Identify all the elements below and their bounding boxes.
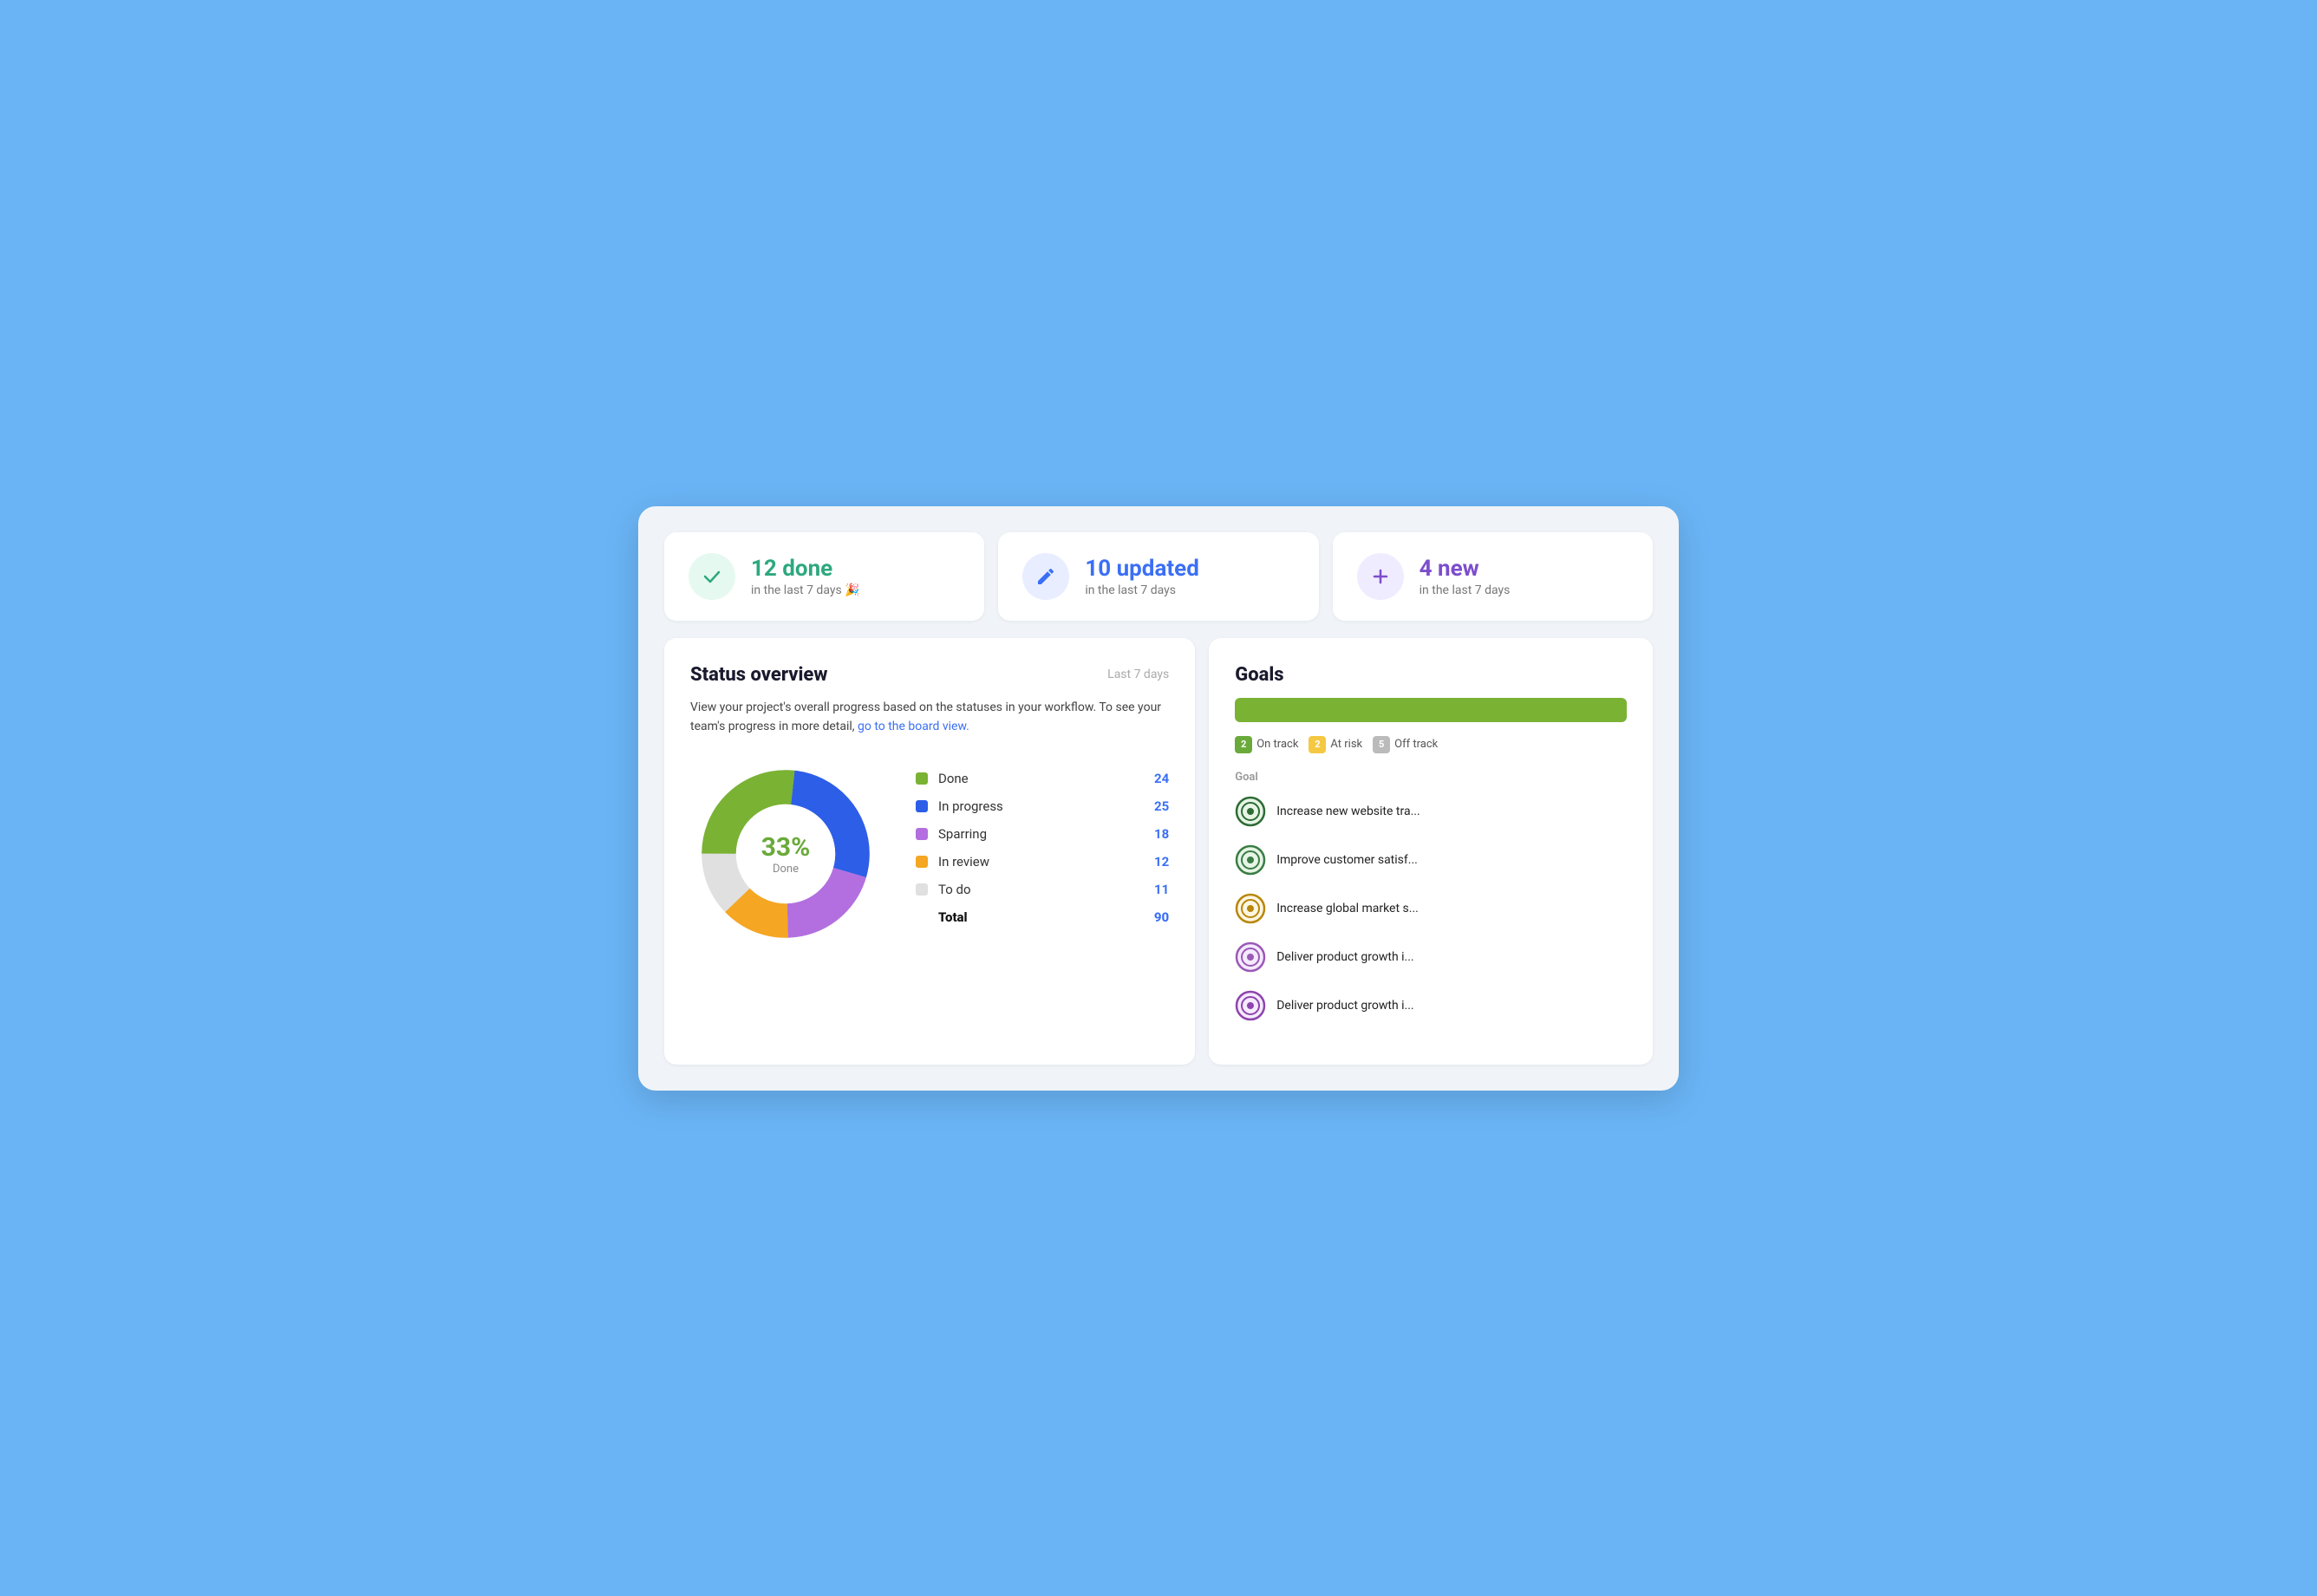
stat-card-new: 4 new in the last 7 days [1333,532,1653,621]
goals-tags: 2 On track 2 At risk 5 Off track [1235,736,1627,753]
done-icon [689,553,735,600]
updated-text: 10 updated in the last 7 days [1085,556,1199,597]
goal-item[interactable]: Deliver product growth i... [1235,941,1627,973]
legend-total: Total 90 [916,909,1169,925]
legend-name: In review [938,854,1154,870]
goal-name: Increase global market s... [1276,902,1419,915]
legend-name: Done [938,771,1154,786]
legend-count: 24 [1154,771,1169,786]
board-view-link[interactable]: go to the board view. [858,720,969,733]
status-header: Last 7 days Status overview [690,664,1169,686]
legend-item: In progress 25 [916,798,1169,814]
done-title: 12 done [751,556,860,582]
goals-list: Increase new website tra... Improve cust… [1235,796,1627,1021]
donut-center: 33% Done [761,832,811,876]
goal-name: Deliver product growth i... [1276,999,1413,1013]
legend-item: Done 24 [916,771,1169,786]
goal-name: Increase new website tra... [1276,805,1420,818]
donut-percentage: 33% [761,832,811,863]
goals-progress-bar [1235,698,1627,722]
status-overview-card: Last 7 days Status overview View your pr… [664,638,1195,1065]
done-subtitle: in the last 7 days 🎉 [751,583,860,597]
bottom-row: Last 7 days Status overview View your pr… [664,638,1653,1065]
goal-name: Deliver product growth i... [1276,950,1413,964]
new-subtitle: in the last 7 days [1420,583,1511,597]
tag-name: Off track [1394,738,1438,751]
stats-row: 12 done in the last 7 days 🎉 10 updated … [664,532,1653,621]
status-description: View your project's overall progress bas… [690,698,1169,737]
status-title: Status overview [690,664,1169,686]
stat-card-updated: 10 updated in the last 7 days [998,532,1318,621]
legend-count: 12 [1154,854,1169,870]
legend-count: 25 [1154,798,1169,814]
legend-dot [916,856,928,868]
goal-icon [1235,796,1266,827]
chart-legend: Done 24 In progress 25 Sparring 18 In re… [916,771,1169,937]
new-text: 4 new in the last 7 days [1420,556,1511,597]
tag-name: At risk [1330,738,1362,751]
legend-item: To do 11 [916,882,1169,897]
goal-icon [1235,844,1266,876]
legend-name: Sparring [938,826,1154,842]
legend-dot [916,883,928,896]
total-count: 90 [1154,909,1169,925]
legend-item: Sparring 18 [916,826,1169,842]
updated-subtitle: in the last 7 days [1085,583,1199,597]
goals-tag: 2 At risk [1309,736,1362,753]
legend-count: 18 [1154,826,1169,842]
chart-area: 33% Done Done 24 In progress 25 Sparring… [690,759,1169,949]
goal-item[interactable]: Deliver product growth i... [1235,990,1627,1021]
new-title: 4 new [1420,556,1511,582]
legend-dot-total [916,911,928,923]
period-label: Last 7 days [1107,668,1169,681]
legend-dot [916,828,928,840]
legend-dot [916,772,928,785]
stat-card-done: 12 done in the last 7 days 🎉 [664,532,984,621]
legend-name: To do [938,882,1154,897]
total-label: Total [938,909,1154,925]
goal-icon [1235,893,1266,924]
goals-title: Goals [1235,664,1627,686]
done-text: 12 done in the last 7 days 🎉 [751,556,860,597]
goals-tag: 2 On track [1235,736,1298,753]
updated-title: 10 updated [1085,556,1199,582]
legend-name: In progress [938,798,1154,814]
main-container: 12 done in the last 7 days 🎉 10 updated … [638,506,1679,1091]
new-icon [1357,553,1404,600]
goal-item[interactable]: Increase global market s... [1235,893,1627,924]
goal-item[interactable]: Increase new website tra... [1235,796,1627,827]
legend-dot [916,800,928,812]
goal-item[interactable]: Improve customer satisf... [1235,844,1627,876]
goals-tag: 5 Off track [1373,736,1438,753]
goal-icon [1235,941,1266,973]
tag-badge: 2 [1309,736,1326,753]
legend-item: In review 12 [916,854,1169,870]
donut-center-label: Done [761,863,811,876]
goal-name: Improve customer satisf... [1276,853,1418,867]
tag-badge: 2 [1235,736,1252,753]
legend-count: 11 [1154,882,1169,897]
goals-header: Goal [1235,771,1627,784]
goal-icon [1235,990,1266,1021]
tag-name: On track [1256,738,1298,751]
updated-icon [1022,553,1069,600]
donut-chart: 33% Done [690,759,881,949]
tag-badge: 5 [1373,736,1390,753]
goals-card: Goals 2 On track 2 At risk 5 Off track Goal I… [1209,638,1653,1065]
